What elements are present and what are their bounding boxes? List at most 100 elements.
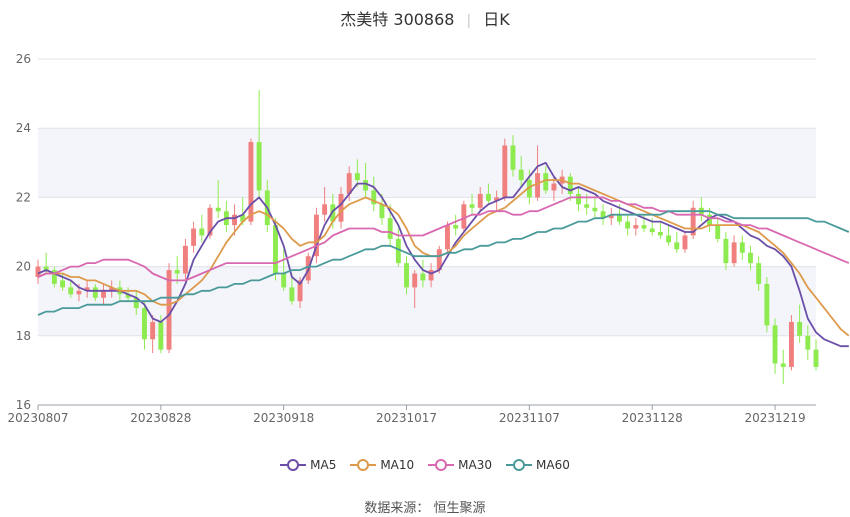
candle-body	[166, 270, 172, 350]
legend-dot	[287, 459, 300, 471]
candle-body	[420, 273, 426, 281]
candle-body	[502, 145, 508, 198]
candle-body	[748, 252, 753, 264]
candle	[813, 339, 819, 371]
x-tick-label: 20230918	[253, 411, 314, 425]
x-tick-label: 20231128	[622, 411, 683, 425]
candle-body	[592, 207, 598, 212]
candle	[625, 214, 631, 236]
candle-body	[641, 225, 647, 229]
candle-body	[387, 218, 393, 239]
y-tick-label: 22	[16, 190, 31, 204]
candle-body	[404, 263, 409, 288]
candle-body	[510, 145, 516, 170]
candle	[502, 138, 508, 201]
candle-body	[379, 204, 385, 219]
legend-label: MA30	[458, 458, 493, 472]
candle-body	[289, 287, 295, 302]
candle	[223, 200, 229, 232]
candle-body	[232, 214, 238, 226]
candle-body	[715, 225, 721, 239]
candle-body	[805, 335, 811, 350]
candle	[723, 232, 729, 271]
candle	[731, 235, 737, 267]
candle	[256, 90, 262, 198]
candle	[592, 197, 598, 219]
candle	[715, 218, 721, 243]
candle-body	[142, 308, 147, 340]
legend: MA5 MA10 MA30 MA60	[0, 458, 850, 475]
candle	[461, 200, 467, 232]
candle-body	[338, 193, 344, 222]
candlestick-chart: 161820222426 20230807 20230828 20230918 202…	[7, 52, 850, 425]
candle-body	[150, 321, 156, 340]
x-tick-label: 20231107	[499, 411, 560, 425]
candle-body	[756, 263, 762, 284]
candle-body	[518, 169, 524, 181]
candle-body	[485, 193, 491, 201]
candle-body	[76, 290, 82, 295]
candle-body	[625, 221, 631, 229]
candle-body	[428, 270, 434, 281]
y-tick-label: 16	[16, 398, 31, 412]
y-tick-label: 26	[16, 52, 31, 66]
candle-body	[248, 142, 254, 222]
candle-body	[395, 238, 401, 264]
candle	[666, 225, 672, 246]
candle	[657, 221, 663, 239]
candle-body	[477, 193, 483, 208]
candle-body	[543, 173, 549, 191]
candle-body	[576, 193, 581, 205]
x-tick-label: 20231219	[745, 411, 806, 425]
candle-body	[723, 238, 729, 264]
candle	[780, 349, 786, 385]
x-tick-label: 20230828	[130, 411, 191, 425]
y-tick-label: 20	[16, 260, 31, 274]
candle-body	[674, 242, 680, 250]
grid-band	[38, 128, 816, 198]
x-tick-label: 20230807	[7, 411, 68, 425]
candle	[698, 197, 704, 222]
candle-body	[182, 245, 188, 274]
grid-lines	[38, 58, 816, 406]
candle-body	[731, 242, 737, 264]
candle-body	[363, 180, 369, 191]
candle	[166, 263, 172, 354]
candle-body	[739, 242, 745, 253]
legend-label: MA60	[536, 458, 570, 472]
candle-body	[281, 273, 287, 288]
candle	[674, 232, 680, 253]
candle-body	[764, 283, 770, 326]
legend-dot	[513, 459, 526, 471]
candle-body	[158, 321, 164, 350]
candle-body	[256, 142, 262, 191]
candle	[248, 138, 254, 226]
candle	[199, 214, 205, 243]
candle	[682, 232, 688, 253]
candle-body	[797, 321, 803, 336]
candle-body	[788, 321, 794, 367]
legend-label: MA5	[310, 458, 337, 472]
candle-body	[649, 228, 655, 232]
legend-item-ma30[interactable]: MA30	[428, 458, 492, 472]
legend-item-ma60[interactable]: MA60	[506, 458, 570, 472]
candle	[453, 214, 459, 236]
candle	[608, 207, 614, 226]
legend-marker-icon	[280, 459, 307, 471]
background-bands	[38, 128, 816, 336]
candle	[633, 218, 639, 236]
candle-body	[616, 214, 622, 222]
legend-item-ma10[interactable]: MA10	[350, 458, 414, 472]
y-axis: 16 18 20 22 24 26	[16, 52, 31, 412]
candle-body	[92, 287, 98, 298]
candle-body	[174, 270, 180, 274]
candle-body	[633, 225, 639, 229]
candle-body	[584, 204, 590, 208]
legend-item-ma5[interactable]: MA5	[280, 458, 336, 472]
candle-body	[60, 280, 66, 288]
candle-body	[199, 228, 205, 236]
data-source: 数据来源： 恒生聚源	[364, 501, 486, 516]
candle-body	[445, 225, 450, 250]
candle	[764, 276, 770, 333]
legend-dot	[435, 459, 448, 471]
